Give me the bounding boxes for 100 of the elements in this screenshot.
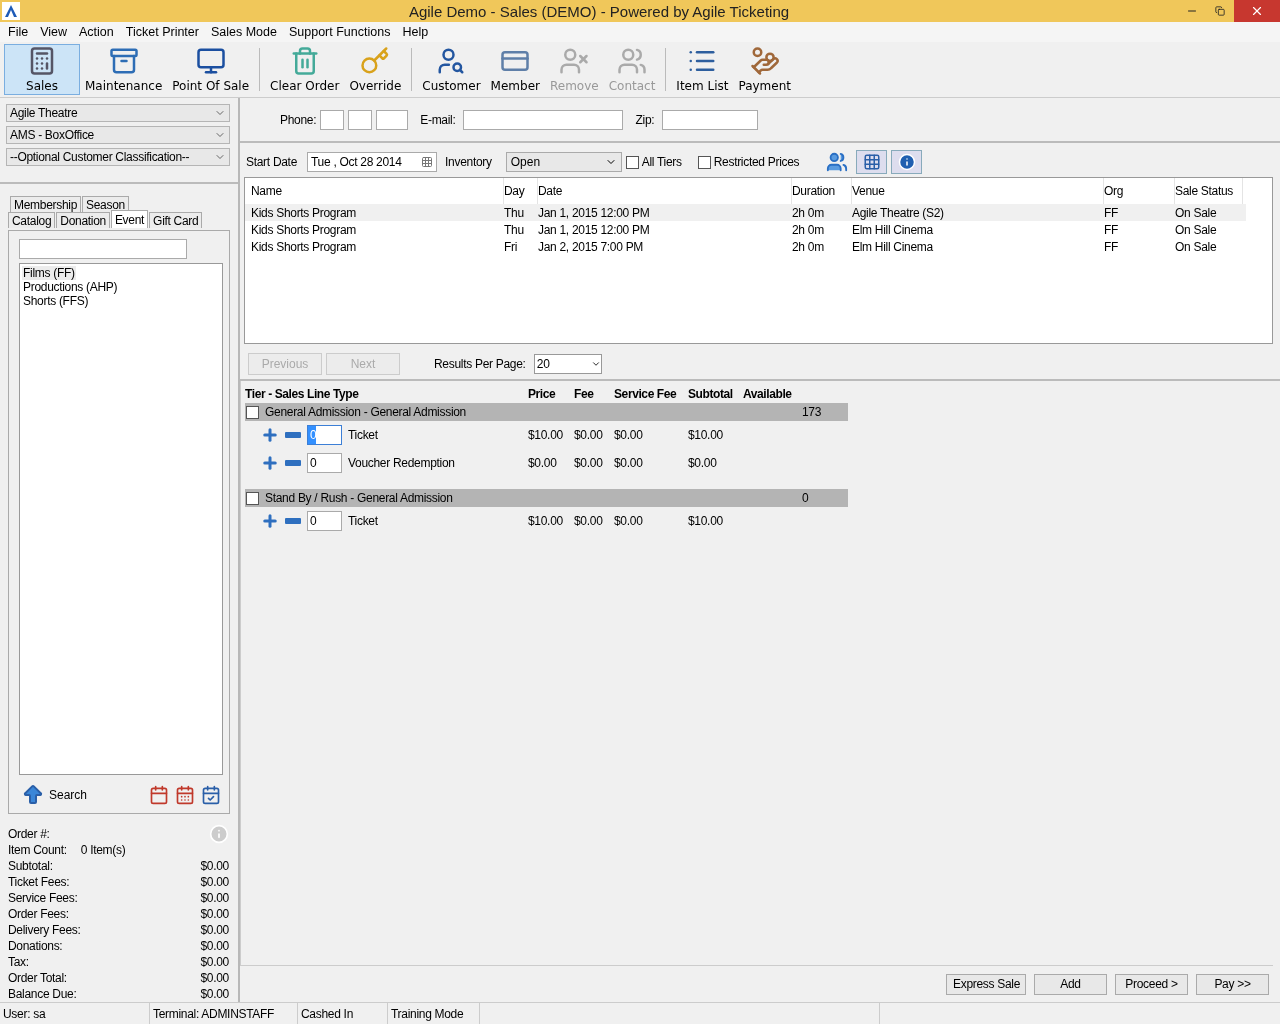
checkbox-label: Restricted Prices <box>713 155 800 169</box>
calendar-button[interactable] <box>201 785 221 805</box>
summary-value: $0.00 <box>200 907 229 921</box>
summary-label: Delivery Fees: <box>8 923 81 937</box>
summary-label: Ticket Fees: <box>8 875 70 889</box>
price-cell-text: $0.00 <box>688 456 718 470</box>
toolbar-button[interactable]: Item List <box>671 44 734 95</box>
tab[interactable]: Gift Card <box>149 212 203 228</box>
tier-name: Stand By / Rush - General Admission <box>265 491 453 505</box>
phone-field[interactable] <box>348 109 373 130</box>
user-remove-icon <box>559 46 590 76</box>
phone-label: Phone: <box>280 112 317 127</box>
plus-icon <box>261 426 279 444</box>
dropdown[interactable]: --Optional Customer Classification-- <box>6 148 230 166</box>
price-cell-text: $10.00 <box>528 514 564 528</box>
column-header: Available <box>743 386 793 403</box>
toolbar-button[interactable]: Override <box>344 44 407 95</box>
search-button[interactable]: Search <box>21 783 88 807</box>
menu-item[interactable]: Help <box>396 25 435 39</box>
toolbar-button[interactable]: Payment <box>733 44 796 95</box>
quantity-field[interactable]: 0 <box>307 453 342 473</box>
per-page-label: Results Per Page: <box>434 357 526 371</box>
summary-label: Balance Due: <box>8 987 77 1001</box>
status-text: Terminal: ADMINSTAFF <box>150 1003 298 1024</box>
price-cell-text: $10.00 <box>528 428 564 442</box>
summary-label: Service Fees: <box>8 891 78 905</box>
price-cell-text: $0.00 <box>574 514 604 528</box>
price-cell-text: $0.00 <box>614 428 644 442</box>
price-cell-text: $0.00 <box>574 428 604 442</box>
summary-value: $0.00 <box>200 891 229 905</box>
per-page-spinner[interactable]: 20 <box>533 354 602 374</box>
column-header: Service Fee <box>614 386 678 403</box>
plus-icon <box>261 512 279 530</box>
action-button[interactable]: Pay >> <box>1196 973 1269 995</box>
email-field[interactable] <box>463 109 624 130</box>
phone-field[interactable] <box>320 109 345 130</box>
toolbar-button[interactable]: Sales <box>4 44 80 95</box>
tab[interactable]: Membership <box>10 196 82 212</box>
list-item[interactable]: Productions (AHP) <box>22 280 119 294</box>
date-picker[interactable]: Tue , Oct 28 2014 <box>307 152 438 172</box>
summary-value: $0.00 <box>200 971 229 985</box>
inventory-dropdown[interactable]: Open <box>505 152 622 172</box>
toolbar-button[interactable]: Clear Order <box>265 44 345 95</box>
dropdown[interactable]: AMS - BoxOffice <box>6 126 230 144</box>
event-row[interactable]: Kids Shorts Program Thu Jan 1, 2015 12:00 PM 2h 0m Elm Hill Cinema FF On Sale <box>245 221 1246 238</box>
info-icon <box>209 824 229 844</box>
action-button[interactable]: Add <box>1034 973 1107 995</box>
summary-value: $0.00 <box>200 923 229 937</box>
list-item[interactable]: Shorts (FFS) <box>22 294 90 308</box>
action-button[interactable]: Proceed > <box>1115 973 1188 995</box>
add-button[interactable] <box>261 454 279 472</box>
menu-item[interactable]: Ticket Printer <box>119 25 205 39</box>
toolbar-button[interactable]: Customer <box>417 44 486 95</box>
search-field[interactable] <box>19 239 187 259</box>
phone-field[interactable] <box>376 109 409 130</box>
menu-item[interactable]: Support Functions <box>282 25 397 39</box>
quantity-field[interactable]: 0 <box>307 511 342 531</box>
menu-item[interactable]: Action <box>73 25 120 39</box>
info-icon <box>897 153 916 171</box>
dropdown[interactable]: Agile Theatre <box>6 104 230 122</box>
summary-label: Order Total: <box>8 971 67 985</box>
available-count: 173 <box>801 405 823 419</box>
email-label: E-mail: <box>420 112 456 127</box>
info-button[interactable] <box>891 150 923 174</box>
list-item[interactable]: Films (FF) <box>22 266 76 280</box>
menu-item[interactable]: File <box>2 25 35 39</box>
checkbox[interactable] <box>246 405 259 419</box>
zip-field[interactable] <box>662 109 759 130</box>
menu-item[interactable]: Sales Mode <box>204 25 283 39</box>
toolbar-button[interactable]: Point Of Sale <box>167 44 255 95</box>
app-logo <box>2 2 20 20</box>
checkbox[interactable] <box>246 491 259 505</box>
tab[interactable]: Donation <box>56 212 110 228</box>
line-type: Voucher Redemption <box>348 456 455 470</box>
tab[interactable]: Season <box>82 196 129 212</box>
tab[interactable]: Event <box>110 210 149 228</box>
price-cell-text: $0.00 <box>614 514 644 528</box>
action-button[interactable]: Express Sale <box>946 973 1026 995</box>
toolbar-button[interactable]: Maintenance <box>80 44 168 95</box>
status-text: User: sa <box>0 1003 150 1024</box>
minus-icon <box>285 518 301 524</box>
add-button[interactable] <box>261 426 279 444</box>
calendar-grid-button[interactable] <box>856 150 888 174</box>
tab[interactable]: Catalog <box>8 212 56 228</box>
price-cell-text: $0.00 <box>574 456 604 470</box>
summary-value: $0.00 <box>200 859 229 873</box>
checkbox[interactable] <box>625 155 639 169</box>
users-icon <box>617 46 647 76</box>
close-icon <box>1250 4 1264 18</box>
summary-label: Order #: <box>8 827 50 841</box>
status-text: Training Mode <box>388 1003 480 1024</box>
menu-item[interactable]: View <box>34 25 74 39</box>
available-count: 0 <box>801 491 810 505</box>
spinner-icon <box>590 359 601 369</box>
toolbar-button[interactable]: Member <box>485 44 545 95</box>
event-row[interactable]: Kids Shorts Program Thu Jan 1, 2015 12:00 PM 2h 0m Agile Theatre (S2) FF On Sale <box>245 204 1246 221</box>
price-cell-text: $10.00 <box>688 514 724 528</box>
event-row[interactable]: Kids Shorts Program Fri Jan 2, 2015 7:00 PM 2h 0m Elm Hill Cinema FF On Sale <box>245 238 1246 255</box>
add-button[interactable] <box>261 512 279 530</box>
checkbox[interactable] <box>697 155 711 169</box>
